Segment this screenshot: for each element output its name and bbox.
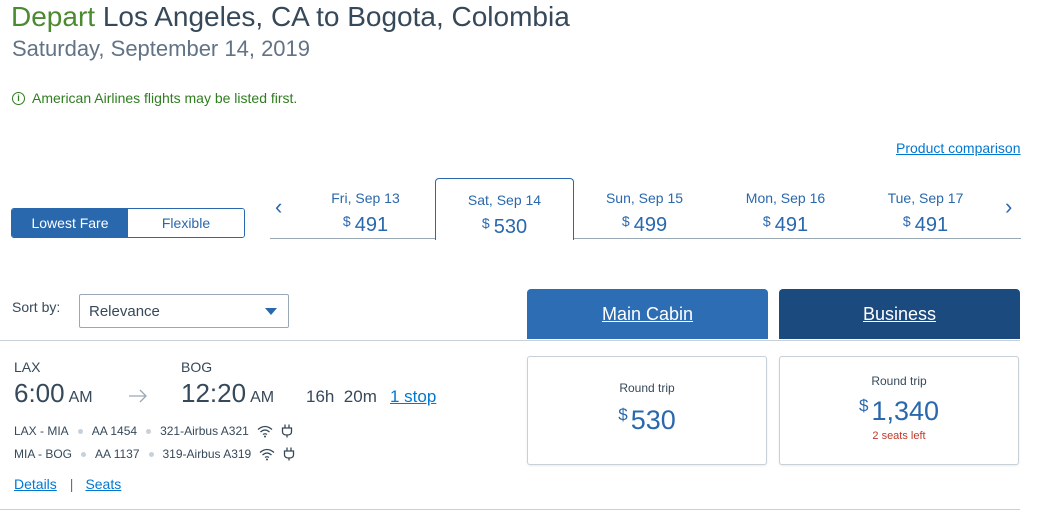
main-cabin-header[interactable]: Main Cabin: [527, 289, 768, 339]
wifi-icon: [257, 425, 273, 438]
date-price: $499: [621, 213, 668, 236]
date-carousel-baseline: [270, 238, 1021, 239]
route-text: Los Angeles, CA to Bogota, Colombia: [102, 1, 570, 32]
stops-link[interactable]: 1 stop: [390, 387, 436, 407]
arrow-right-icon: [129, 389, 147, 403]
fare-price: $530: [618, 405, 676, 435]
link-separator: |: [69, 476, 74, 492]
segment-row: LAX - MIA AA 1454 321-Airbus A321: [14, 424, 293, 438]
notice-text: American Airlines flights may be listed …: [32, 90, 298, 106]
lowest-fare-button[interactable]: Lowest Fare: [12, 209, 128, 237]
date-tab-sun-sep-15[interactable]: Sun, Sep 15 $499: [575, 189, 714, 237]
power-outlet-icon: [281, 424, 293, 438]
flight-links: Details | Seats: [14, 476, 121, 492]
business-fare-card[interactable]: Round trip $1,340 2 seats left: [779, 356, 1019, 465]
row-divider: [0, 509, 1020, 510]
sort-select[interactable]: Relevance: [79, 294, 289, 328]
date-price: $491: [902, 213, 949, 236]
power-outlet-icon: [283, 447, 295, 461]
date-price: $491: [762, 213, 809, 236]
date-price: $491: [342, 213, 389, 236]
date-label: Sat, Sep 14: [467, 192, 542, 208]
aa-notice: i American Airlines flights may be liste…: [12, 89, 297, 107]
date-label: Fri, Sep 13: [331, 190, 400, 206]
seats-left-notice: 2 seats left: [872, 430, 926, 442]
flexible-button[interactable]: Flexible: [128, 209, 244, 237]
fare-price: $1,340: [858, 396, 940, 426]
origin-code: LAX: [14, 359, 41, 375]
date-label: Sun, Sep 15: [605, 190, 684, 206]
product-comparison-link[interactable]: Product comparison: [896, 140, 1021, 156]
fare-type-toggle: Lowest Fare Flexible: [11, 208, 245, 238]
page-title: Depart Los Angeles, CA to Bogota, Colomb…: [11, 0, 570, 34]
date-tab-mon-sep-16[interactable]: Mon, Sep 16 $491: [716, 189, 855, 237]
date-label: Tue, Sep 17: [887, 190, 964, 206]
fare-type-label: Round trip: [619, 381, 675, 395]
date-tab-tue-sep-17[interactable]: Tue, Sep 17 $491: [856, 189, 995, 237]
flight-duration: 16h 20m: [306, 387, 377, 406]
destination-code: BOG: [181, 359, 213, 375]
chevron-down-icon: [265, 308, 277, 315]
date-tab-fri-sep-13[interactable]: Fri, Sep 13 $491: [296, 189, 435, 237]
wifi-icon: [259, 448, 275, 461]
seats-link[interactable]: Seats: [85, 476, 121, 492]
sort-value: Relevance: [89, 302, 160, 320]
row-divider: [0, 340, 1020, 341]
depart-time: 6:00 AM: [14, 378, 93, 408]
depart-word: Depart: [11, 1, 96, 32]
business-cabin-header[interactable]: Business: [779, 289, 1020, 339]
date-price: $530: [481, 215, 528, 238]
details-link[interactable]: Details: [14, 476, 57, 492]
main-cabin-fare-card[interactable]: Round trip $530: [527, 356, 767, 465]
arrive-time: 12:20 AM: [181, 378, 275, 408]
travel-date: Saturday, September 14, 2019: [12, 36, 311, 61]
date-tab-sat-sep-14[interactable]: Sat, Sep 14 $530: [435, 178, 574, 240]
info-icon: i: [12, 91, 25, 105]
sort-label: Sort by:: [12, 299, 61, 315]
chevron-left-icon[interactable]: ‹: [275, 196, 282, 218]
date-label: Mon, Sep 16: [745, 190, 826, 206]
fare-type-label: Round trip: [871, 374, 927, 388]
segment-row: MIA - BOG AA 1137 319-Airbus A319: [14, 447, 295, 461]
chevron-right-icon[interactable]: ›: [1005, 196, 1012, 218]
